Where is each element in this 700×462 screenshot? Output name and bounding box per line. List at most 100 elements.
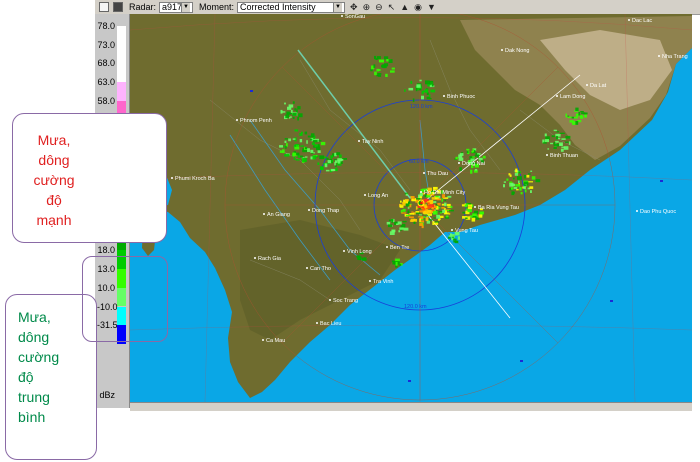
echo-cell bbox=[402, 201, 406, 206]
zoom-out-icon[interactable]: ⊖ bbox=[375, 2, 383, 13]
eye-icon[interactable]: ◉ bbox=[414, 2, 422, 13]
echo-cell bbox=[358, 258, 362, 261]
echo-cell bbox=[530, 170, 533, 172]
echo-cell bbox=[441, 207, 445, 209]
echo-cell bbox=[531, 176, 536, 180]
echo-cell bbox=[555, 133, 559, 137]
callout-line: bình bbox=[18, 409, 46, 425]
radar-label: Radar: bbox=[129, 2, 157, 12]
echo-cell bbox=[400, 200, 402, 203]
legend-tick-label: 68.0 bbox=[97, 58, 115, 69]
echo-cell bbox=[448, 236, 451, 239]
echo-cell bbox=[305, 147, 308, 150]
echo-cell bbox=[331, 160, 334, 162]
echo-cell bbox=[290, 116, 292, 118]
echo-cell bbox=[470, 169, 473, 174]
radar-map[interactable]: SonGau Dac Lac Dak Nong Nha Trang Da Lat Binh… bbox=[129, 9, 693, 403]
echo-cell bbox=[313, 139, 318, 143]
callout-line: độ bbox=[46, 192, 62, 208]
echo-cell bbox=[285, 145, 287, 149]
echo-cell bbox=[503, 181, 506, 183]
echo-cell bbox=[450, 234, 454, 237]
echo-cell bbox=[471, 150, 474, 153]
echo-cell bbox=[405, 199, 409, 202]
city-marker: Dac Lac bbox=[628, 18, 652, 24]
echo-cell bbox=[375, 58, 378, 60]
echo-cell bbox=[471, 217, 476, 222]
echo-cell bbox=[472, 213, 477, 216]
echo-cell bbox=[550, 142, 553, 145]
pan-icon[interactable]: ✥ bbox=[350, 2, 358, 13]
city-dot bbox=[364, 194, 366, 196]
echo-cell bbox=[317, 144, 320, 148]
radar-toolbar: Radar: a9179 ▼ Moment: Corrected Intensi… bbox=[95, 0, 700, 15]
radar-map-svg: SonGau Dac Lac Dak Nong Nha Trang Da Lat Binh… bbox=[129, 9, 693, 403]
city-label: Binh Thuan bbox=[550, 153, 578, 159]
city-marker: Tra Vinh bbox=[369, 279, 393, 285]
echo-cell bbox=[515, 168, 518, 173]
echo-cell bbox=[530, 190, 532, 193]
echo-cell bbox=[455, 156, 458, 160]
city-marker: Can Tho bbox=[306, 266, 331, 272]
echo-cell bbox=[312, 142, 315, 145]
radar-select[interactable]: a9179 ▼ bbox=[159, 1, 194, 13]
triangle-icon[interactable]: ▲ bbox=[400, 2, 409, 12]
echo-cell bbox=[515, 184, 521, 187]
echo-cell bbox=[284, 138, 288, 140]
city-marker: Ba Ria Vung Tau bbox=[474, 205, 519, 211]
echo-cell bbox=[576, 113, 578, 116]
echo-cell bbox=[439, 212, 442, 214]
echo-cell bbox=[523, 175, 526, 179]
city-label: Lam Dong bbox=[560, 94, 585, 100]
save-icon[interactable] bbox=[113, 2, 123, 12]
echo-cell bbox=[317, 162, 320, 165]
echo-cell bbox=[403, 227, 409, 231]
echo-cell bbox=[392, 261, 395, 265]
echo-cell bbox=[391, 67, 395, 70]
city-dot bbox=[329, 299, 331, 301]
legend-color-swatch bbox=[117, 63, 126, 83]
echo-cell bbox=[285, 114, 290, 119]
triangle-down-icon[interactable]: ▼ bbox=[427, 2, 436, 12]
cursor-icon[interactable]: ↖ bbox=[388, 2, 396, 13]
city-dot bbox=[546, 154, 548, 156]
echo-cell bbox=[584, 114, 587, 118]
echo-cell bbox=[448, 209, 454, 212]
echo-cell bbox=[544, 139, 549, 143]
echo-cell bbox=[300, 145, 304, 147]
echo-cell bbox=[335, 167, 338, 172]
echo-cell bbox=[292, 116, 295, 119]
echo-cell bbox=[466, 148, 470, 151]
echo-cell bbox=[514, 173, 519, 176]
echo-cell bbox=[513, 177, 515, 180]
echo-cell bbox=[415, 87, 418, 92]
echo-cell bbox=[519, 187, 522, 191]
echo-cell bbox=[563, 146, 569, 150]
echo-cell bbox=[294, 146, 300, 150]
echo-cell bbox=[309, 138, 313, 141]
city-marker: Vung Tau bbox=[451, 228, 478, 234]
city-dot bbox=[658, 55, 660, 57]
city-dot bbox=[636, 210, 638, 212]
echo-cell bbox=[405, 193, 408, 196]
echo-cell bbox=[330, 168, 335, 172]
city-dot bbox=[263, 213, 265, 215]
city-marker: Ben Tre bbox=[386, 245, 409, 251]
echo-cell bbox=[395, 258, 400, 262]
echo-cell bbox=[444, 210, 447, 214]
new-file-icon[interactable] bbox=[99, 2, 109, 12]
city-label: Rach Gia bbox=[258, 256, 282, 262]
echo-cell bbox=[318, 140, 322, 142]
echo-cell bbox=[459, 153, 464, 156]
echo-cell bbox=[421, 95, 424, 100]
zoom-in-icon[interactable]: ⊕ bbox=[363, 2, 371, 13]
echo-cell bbox=[419, 223, 423, 226]
city-marker: SonGau bbox=[341, 14, 365, 20]
city-label: Ho Chi Minh City bbox=[424, 190, 466, 196]
echo-cell bbox=[565, 113, 567, 118]
moment-select[interactable]: Corrected Intensity ▼ bbox=[237, 1, 346, 13]
echo-cell bbox=[419, 210, 424, 213]
echo-cell bbox=[378, 59, 384, 63]
echo-cell bbox=[390, 70, 395, 73]
echo-cell bbox=[279, 150, 282, 153]
